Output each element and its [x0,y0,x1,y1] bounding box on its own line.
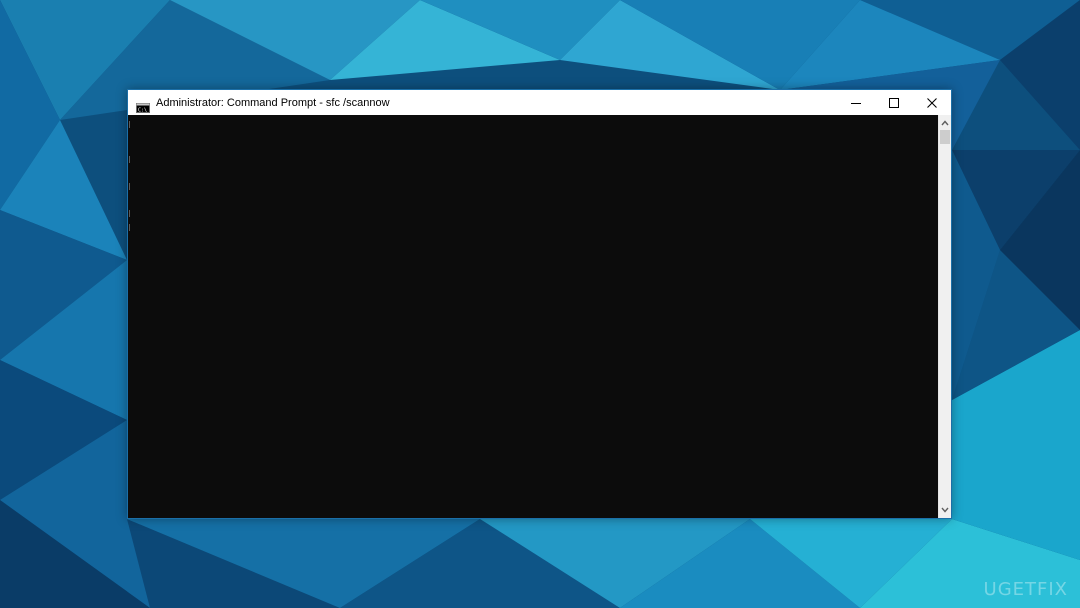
maximize-button[interactable] [875,90,913,115]
console-output-area[interactable] [128,115,938,518]
console-text [128,115,938,123]
scroll-up-button[interactable] [939,116,951,130]
desktop: C:\ Administrator: Command Prompt - sfc … [0,0,1080,608]
close-button[interactable] [913,90,951,115]
scroll-up-arrow-icon [941,120,949,126]
minimize-icon [851,102,861,104]
maximize-icon [889,97,899,108]
minimize-button[interactable] [837,90,875,115]
scroll-down-button[interactable] [939,503,951,517]
caption-buttons [837,90,951,115]
cmd-console-icon: C:\ [136,98,150,113]
title-bar[interactable]: C:\ Administrator: Command Prompt - sfc … [128,90,951,115]
scroll-thumb[interactable] [940,130,950,144]
close-icon [927,97,937,108]
command-prompt-window[interactable]: C:\ Administrator: Command Prompt - sfc … [127,89,952,519]
scroll-down-arrow-icon [941,507,949,513]
ugetfix-watermark: UGETFIX [983,579,1068,600]
window-title: Administrator: Command Prompt - sfc /sca… [156,96,390,109]
svg-text:C:\: C:\ [138,107,147,113]
vertical-scrollbar[interactable] [938,115,951,518]
